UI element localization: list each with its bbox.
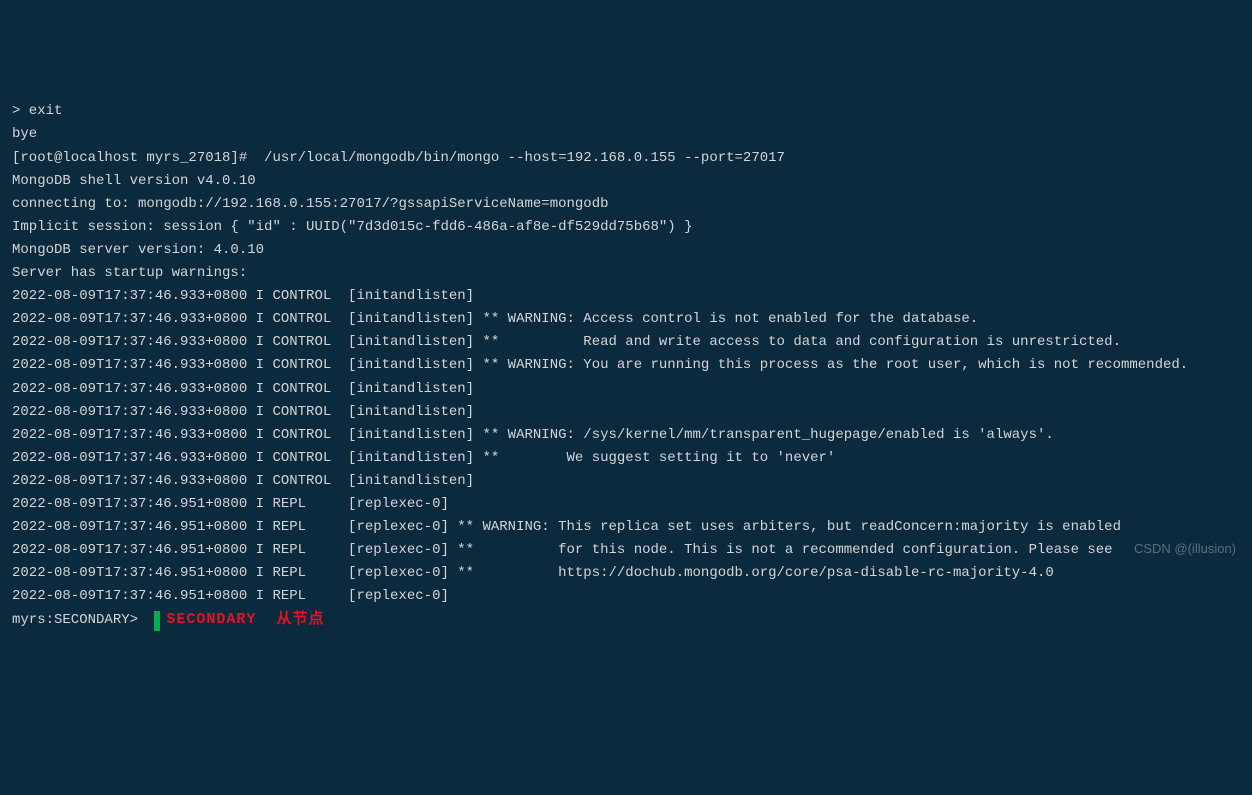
terminal-line: 2022-08-09T17:37:46.951+0800 I REPL [rep… [12,562,1240,585]
terminal-line: 2022-08-09T17:37:46.933+0800 I CONTROL [… [12,447,1240,470]
terminal-line: 2022-08-09T17:37:46.933+0800 I CONTROL [… [12,331,1240,354]
terminal-line: 2022-08-09T17:37:46.933+0800 I CONTROL [… [12,470,1240,493]
terminal-line: 2022-08-09T17:37:46.951+0800 I REPL [rep… [12,585,1240,608]
terminal-line: 2022-08-09T17:37:46.933+0800 I CONTROL [… [12,424,1240,447]
terminal-line: 2022-08-09T17:37:46.933+0800 I CONTROL [… [12,285,1240,308]
terminal-line: 2022-08-09T17:37:46.951+0800 I REPL [rep… [12,493,1240,516]
terminal-line: Server has startup warnings: [12,262,1240,285]
terminal-line: [root@localhost myrs_27018]# /usr/local/… [12,147,1240,170]
terminal-line: MongoDB shell version v4.0.10 [12,170,1240,193]
annotation-marker-icon [154,611,160,631]
terminal-line: 2022-08-09T17:37:46.933+0800 I CONTROL [… [12,308,1240,331]
terminal-line: Implicit session: session { "id" : UUID(… [12,216,1240,239]
terminal-line: 2022-08-09T17:37:46.933+0800 I CONTROL [… [12,354,1240,377]
terminal-line: 2022-08-09T17:37:46.951+0800 I REPL [rep… [12,539,1240,562]
terminal-line: 2022-08-09T17:37:46.951+0800 I REPL [rep… [12,516,1240,539]
terminal-output[interactable]: > exitbye[root@localhost myrs_27018]# /u… [12,100,1240,633]
mongo-prompt[interactable]: myrs:SECONDARY> [12,609,146,632]
terminal-line: > exit [12,100,1240,123]
terminal-line: bye [12,123,1240,146]
terminal-line: 2022-08-09T17:37:46.933+0800 I CONTROL [… [12,378,1240,401]
terminal-line: MongoDB server version: 4.0.10 [12,239,1240,262]
prompt-row[interactable]: myrs:SECONDARY> SECONDARY 从节点 [12,608,1240,633]
watermark: CSDN @(illusion) [1134,538,1236,559]
terminal-line: 2022-08-09T17:37:46.933+0800 I CONTROL [… [12,401,1240,424]
terminal-line: connecting to: mongodb://192.168.0.155:2… [12,193,1240,216]
annotation-label: SECONDARY 从节点 [166,608,324,633]
